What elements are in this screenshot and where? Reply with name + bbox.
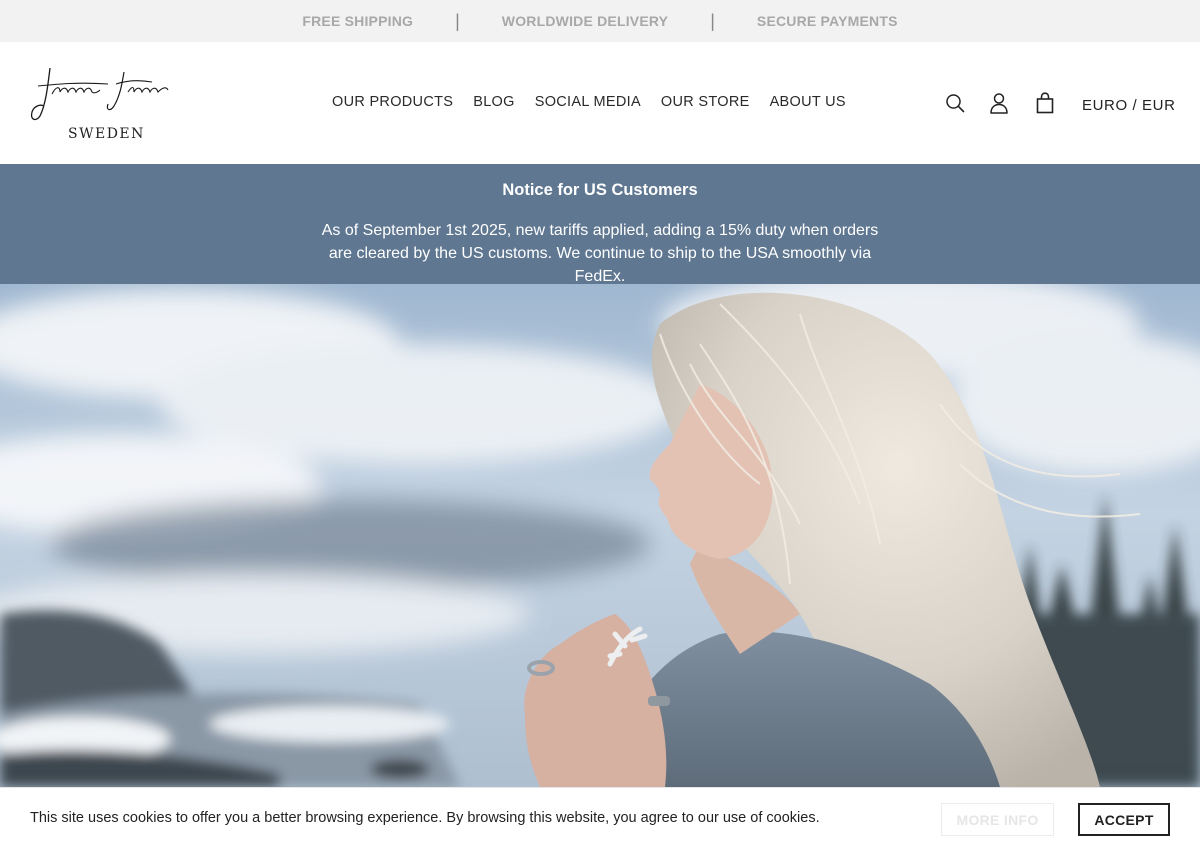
nav-about-us[interactable]: ABOUT US <box>770 94 846 110</box>
bag-icon[interactable] <box>1034 92 1056 114</box>
hero-image <box>0 284 1200 787</box>
hero-photo <box>0 284 1200 787</box>
secure-payments-label: SECURE PAYMENTS <box>756 13 898 29</box>
nav-social-media[interactable]: SOCIAL MEDIA <box>535 94 641 110</box>
brand-logo[interactable]: SWEDEN <box>28 64 178 144</box>
currency-selector[interactable]: EURO / EUR <box>1082 97 1176 114</box>
free-shipping-label: FREE SHIPPING <box>302 13 414 29</box>
header-icons <box>944 92 1056 114</box>
signature-logo-graphic <box>30 67 169 121</box>
divider: | <box>710 11 715 31</box>
notice-title: Notice for US Customers <box>502 181 698 199</box>
nav-blog[interactable]: BLOG <box>473 94 515 110</box>
more-info-button[interactable]: MORE INFO <box>941 803 1054 836</box>
nav-our-products[interactable]: OUR PRODUCTS <box>332 94 453 110</box>
announcement-bar: FREE SHIPPING | WORLDWIDE DELIVERY | SEC… <box>0 0 1200 42</box>
user-icon[interactable] <box>988 92 1010 114</box>
notice-body: As of September 1st 2025, new tariffs ap… <box>321 222 879 285</box>
cookie-message: This site uses cookies to offer you a be… <box>30 810 820 826</box>
logo-subtitle: SWEDEN <box>68 126 145 142</box>
worldwide-delivery-label: WORLDWIDE DELIVERY <box>501 13 669 29</box>
cookie-consent-bar: This site uses cookies to offer you a be… <box>0 787 1200 850</box>
search-icon[interactable] <box>944 92 966 114</box>
us-customers-notice: Notice for US Customers As of September … <box>0 164 1200 285</box>
divider: | <box>455 11 460 31</box>
accept-cookies-button[interactable]: ACCEPT <box>1078 803 1170 836</box>
site-header: SWEDEN OUR PRODUCTS BLOG SOCIAL MEDIA OU… <box>0 42 1200 164</box>
nav-our-store[interactable]: OUR STORE <box>661 94 750 110</box>
main-nav: OUR PRODUCTS BLOG SOCIAL MEDIA OUR STORE… <box>332 94 846 110</box>
